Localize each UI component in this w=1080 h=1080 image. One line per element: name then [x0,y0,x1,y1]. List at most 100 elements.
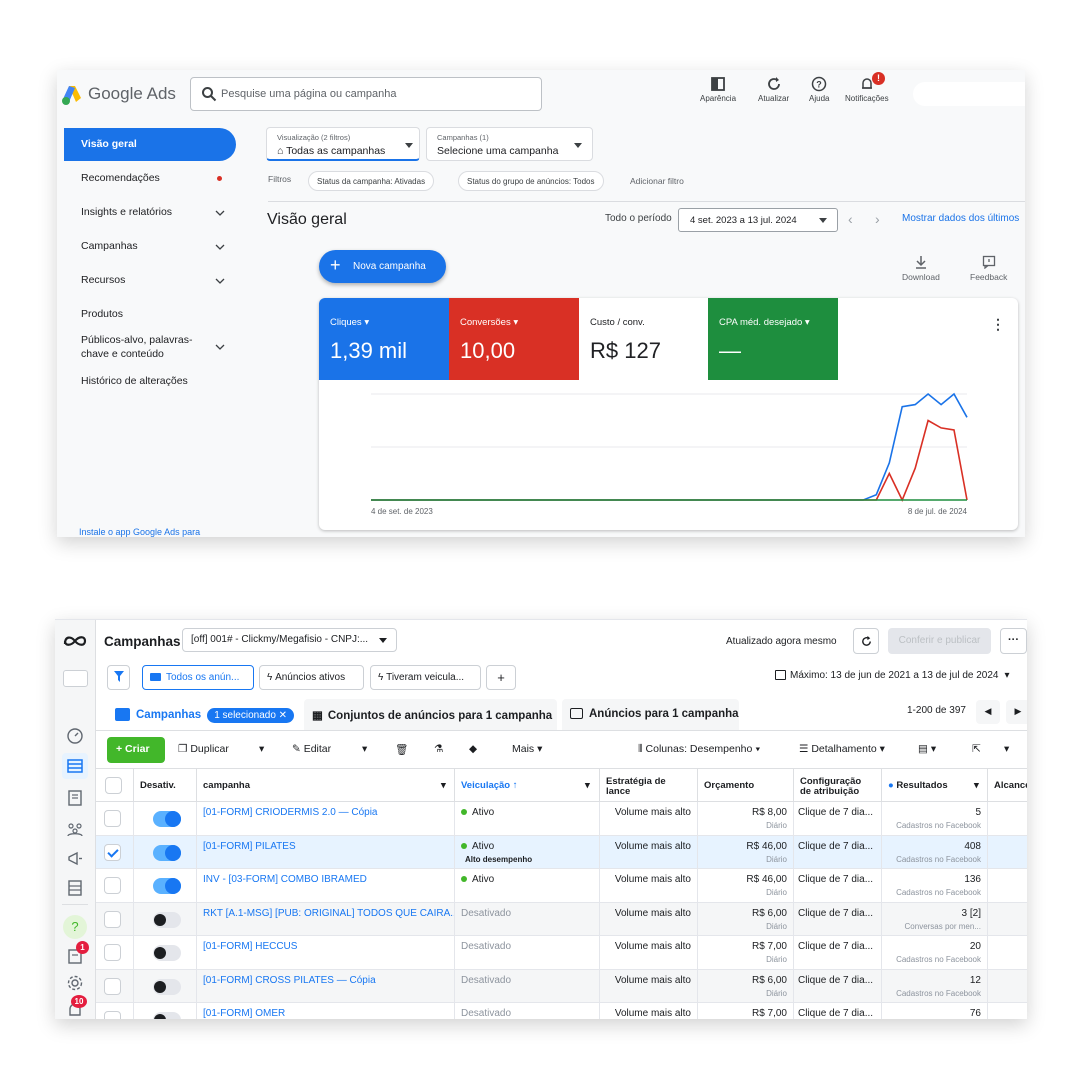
more-options-button[interactable]: ··· [1000,628,1027,654]
budget-value[interactable]: R$ 8,00 [752,807,787,818]
delete-trash-icon[interactable]: 🗑 [395,743,408,756]
catalog-icon[interactable] [66,879,84,897]
filter-todos-anuncios[interactable]: Todos os anún... [142,665,254,690]
selected-count-pill[interactable]: 1 selecionado ✕ [207,708,295,723]
row-checkbox[interactable] [104,810,121,827]
sidebar-item-insights[interactable]: Insights e relatórios [81,206,172,218]
table-row[interactable]: INV - [03-FORM] COMBO IBRAMED Ativo Volu… [96,869,1027,903]
appearance-button[interactable]: Aparência [700,76,736,103]
filter-button[interactable] [107,665,130,690]
campaign-name-link[interactable]: [01-FORM] HECCUS [203,941,297,952]
filter-chip-adgroup-status[interactable]: Status do grupo de anúncios: Todos [458,171,604,191]
sidebar-item-recursos[interactable]: Recursos [81,274,125,286]
sidebar-item-publicos-line1[interactable]: Públicos-alvo, palavras- [81,334,192,346]
more-actions-button[interactable]: Mais ▾ [512,743,542,755]
campaign-toggle[interactable] [153,844,181,861]
campaign-filter-dropdown[interactable]: Campanhas (1) Selecione uma campanha [426,127,593,161]
duplicate-caret[interactable]: ▾ [259,743,264,755]
add-filter-link[interactable]: Adicionar filtro [630,176,684,186]
review-publish-button[interactable]: Conferir e publicar [888,628,991,654]
campaign-name-link[interactable]: RKT [A.1-MSG] [PUB: ORIGINAL] TODOS QUE … [203,908,454,919]
header-campanha[interactable]: campanha ▾ [197,769,455,803]
metric-custo-conv[interactable]: Custo / conv. R$ 127 [579,298,709,380]
row-checkbox[interactable] [104,1011,121,1019]
row-checkbox[interactable] [104,977,121,995]
next-period-arrow[interactable]: › [875,211,880,227]
date-range-picker[interactable]: Máximo: 13 de jun de 2021 a 13 de jul de… [775,670,1010,681]
campaign-toggle[interactable] [153,978,181,995]
meta-logo-icon[interactable] [63,634,87,648]
search-input[interactable]: Pesquise uma página ou campanha [221,88,397,100]
breakdown-button[interactable]: ☰ Detalhamento ▾ [799,743,885,755]
budget-value[interactable]: R$ 46,00 [746,841,787,852]
export-icon[interactable]: ⇱ [972,743,981,755]
tag-icon[interactable]: ◆ [469,743,477,755]
download-button[interactable]: Download [902,255,940,282]
campaign-toggle[interactable] [153,911,181,928]
view-filter-dropdown[interactable]: Visualização (2 filtros) ⌂ Todas as camp… [266,127,420,161]
document-icon[interactable] [66,789,84,807]
duplicate-button[interactable]: ❐ Duplicar [178,743,229,755]
help-icon[interactable]: ? [63,915,87,939]
search-box[interactable]: Pesquise uma página ou campanha [190,77,542,111]
header-atribuicao[interactable]: Configuração de atribuição [794,769,882,803]
metric-conversoes[interactable]: Conversões ▾ 10,00 [449,298,579,380]
filter-chip-campaign-status[interactable]: Status da campanha: Ativadas [308,171,435,191]
campaign-toggle[interactable] [153,878,181,894]
sidebar-item-produtos[interactable]: Produtos [81,308,123,320]
budget-value[interactable]: R$ 7,00 [752,1008,787,1019]
create-button[interactable]: + Criar [107,737,165,763]
settings-gear-icon[interactable] [66,974,84,992]
header-estrategia[interactable]: Estratégia de lance [600,769,698,803]
table-row[interactable]: RKT [A.1-MSG] [PUB: ORIGINAL] TODOS QUE … [96,902,1027,936]
campaign-name-link[interactable]: [01-FORM] CROSS PILATES — Cópia [203,975,376,986]
feedback-button[interactable]: Feedback [970,255,1007,282]
columns-button[interactable]: ⦀ Colunas: Desempenho ▾ [638,743,760,756]
sidebar-item-recomendacoes[interactable]: Recomendações [81,172,160,184]
help-button[interactable]: ? Ajuda [809,76,829,103]
campaign-name-link[interactable]: [01-FORM] CRIODERMIS 2.0 — Cópia [203,807,377,818]
more-options-icon[interactable]: ⋮ [991,316,1005,333]
table-row[interactable]: [01-FORM] OMER Desativado Volume mais al… [96,1003,1027,1019]
row-checkbox[interactable] [104,910,121,928]
header-alcance[interactable]: Alcance [988,769,1027,803]
campaign-toggle[interactable] [153,811,181,827]
reports-button[interactable]: ▤ ▾ [918,743,936,755]
sidebar-item-publicos-line2[interactable]: chave e conteúdo [81,348,164,360]
row-checkbox[interactable] [104,877,121,894]
filter-tiveram-veiculacao[interactable]: ϟ Tiveram veicula... [370,665,481,690]
tab-conjuntos[interactable]: ▦ Conjuntos de anúncios para 1 campanha [304,699,557,730]
metric-cliques[interactable]: Cliques ▾ 1,39 mil [319,298,449,380]
refresh-button[interactable] [853,628,879,654]
campaign-name-link[interactable]: [01-FORM] PILATES [203,841,296,852]
install-app-link[interactable]: Instale o app Google Ads para [79,527,200,537]
edit-caret[interactable]: ▾ [362,743,367,755]
table-row[interactable]: [01-FORM] CROSS PILATES — Cópia Desativa… [96,969,1027,1003]
next-page-button[interactable]: ▶ [1006,700,1027,724]
tab-anuncios[interactable]: Anúncios para 1 campanha [562,699,739,730]
add-filter-button[interactable]: + [486,665,516,690]
budget-value[interactable]: R$ 6,00 [752,908,787,919]
row-checkbox[interactable] [104,944,121,961]
megaphone-icon[interactable] [66,850,84,868]
new-campaign-button[interactable]: + Nova campanha [319,250,446,283]
dashboard-gauge-icon[interactable] [66,727,84,745]
prev-page-button[interactable]: ◀ [976,700,1000,724]
campaign-name-link[interactable]: INV - [03-FORM] COMBO IBRAMED [203,874,367,885]
table-row[interactable]: [01-FORM] CRIODERMIS 2.0 — Cópia Ativo V… [96,802,1027,836]
sidebar-item-campanhas[interactable]: Campanhas [81,240,138,252]
table-row[interactable]: [01-FORM] HECCUS Desativado Volume mais … [96,936,1027,970]
sidebar-item-historico[interactable]: Histórico de alterações [81,375,188,387]
campaign-toggle[interactable] [153,945,181,961]
tab-campanhas[interactable]: Campanhas 1 selecionado ✕ [107,699,297,730]
filter-anuncios-ativos[interactable]: ϟ Anúncios ativos [259,665,364,690]
budget-value[interactable]: R$ 6,00 [752,975,787,986]
select-all-checkbox[interactable] [105,777,122,794]
prev-period-arrow[interactable]: ‹ [848,211,853,227]
header-desativar[interactable]: Desativ. [134,769,197,803]
edit-button[interactable]: ✎ Editar [292,743,331,755]
header-orcamento[interactable]: Orçamento [698,769,794,803]
budget-value[interactable]: R$ 7,00 [752,941,787,952]
header-veiculacao[interactable]: Veiculação ↑ ▾ [455,769,600,803]
audience-icon[interactable] [66,820,84,838]
